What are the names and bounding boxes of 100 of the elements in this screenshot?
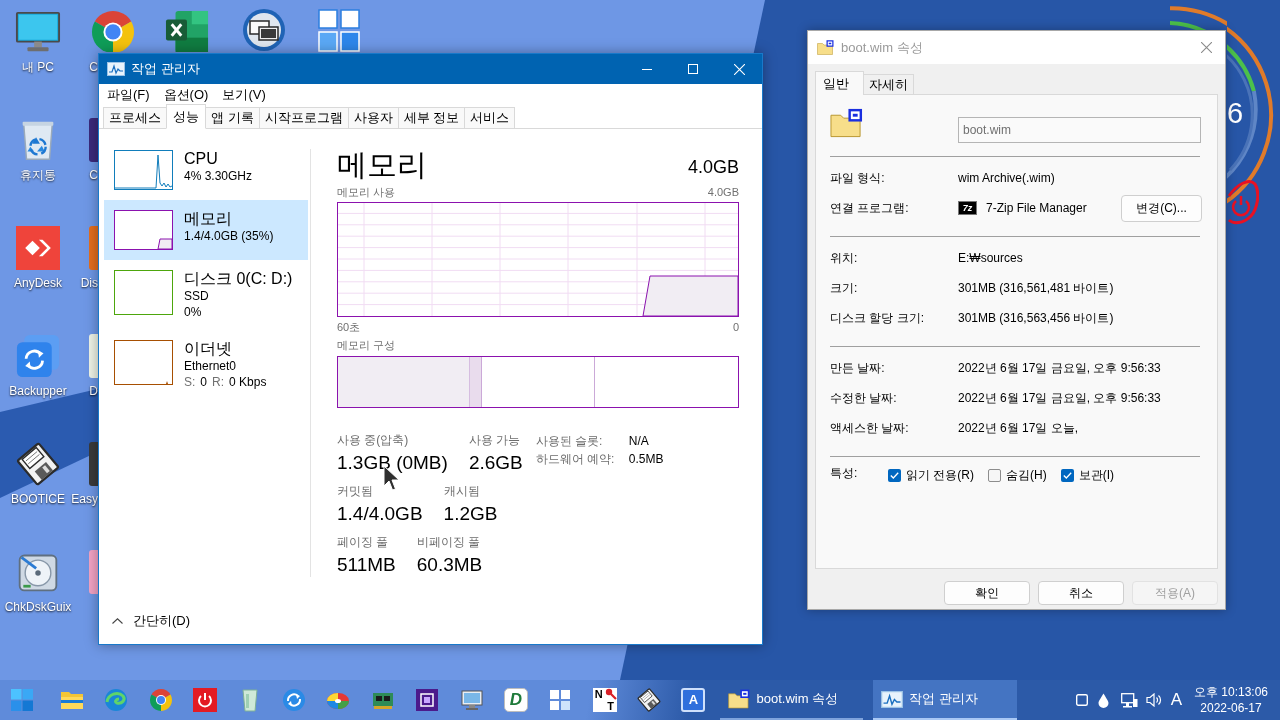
sync-icon[interactable] (281, 688, 306, 712)
square-tray-icon[interactable] (1075, 694, 1088, 706)
maximize-icon (688, 64, 698, 74)
network-icon[interactable] (1120, 692, 1138, 708)
chart-max-label: 4.0GB (707, 185, 739, 199)
folder-icon (817, 40, 834, 55)
checkbox-label[interactable]: 읽기 전용(R) (906, 467, 974, 483)
chart-label: 메모리 구성 (337, 338, 397, 352)
tab[interactable]: 시작프로그램 (258, 107, 349, 128)
property-value: E:₩sources (958, 250, 1023, 267)
app-tile[interactable]: A (681, 688, 706, 712)
stat-label: 사용 가능 (468, 432, 522, 448)
start-icon[interactable] (11, 689, 33, 711)
close-icon (1200, 42, 1212, 53)
gauge-reading: 6 (1227, 96, 1244, 130)
file-icon (830, 108, 863, 138)
chip-icon[interactable] (415, 688, 440, 712)
axis-label: 0 (732, 320, 739, 334)
menu-item[interactable]: 파일(F) (103, 85, 154, 104)
modified-segment (470, 357, 482, 407)
graph-window-icon (881, 690, 904, 708)
stat-value: 1.2GB (443, 503, 498, 525)
property-label: 파일 형식: (830, 170, 886, 187)
checkbox[interactable] (888, 468, 901, 482)
property-value: 2022년 6월 17일 금요일, 오후 9:56:33 (958, 360, 1161, 377)
menu-item[interactable]: 옵션(O) (159, 85, 213, 104)
tab[interactable]: 성능 (166, 104, 206, 129)
clock[interactable]: 오후 10:13:06 2022-06-17 (1190, 684, 1272, 716)
property-value: wim Archive(.wim) (958, 170, 1055, 187)
chevron-up-icon[interactable] (112, 617, 123, 624)
dialog-button[interactable]: 취소 (1038, 581, 1124, 605)
tab[interactable]: 프로세스 (103, 107, 167, 128)
axis-label: 60초 (337, 320, 361, 334)
rate-value: 0 (200, 375, 208, 390)
property-label: 크기: (830, 280, 859, 297)
stat-label: 캐시됨 (443, 483, 481, 499)
memory-capacity: 4.0GB (687, 156, 739, 178)
tab[interactable]: 일반 (815, 71, 864, 95)
property-label: 액세스한 날짜: (830, 420, 910, 437)
input-language-indicator[interactable]: A (1170, 690, 1182, 710)
remote-windows-icon[interactable] (241, 8, 287, 52)
sync-icon[interactable] (15, 334, 61, 378)
checkbox-label[interactable]: 숨김(H) (1006, 467, 1047, 483)
tiles-icon[interactable] (318, 9, 360, 52)
taskbar-window-button[interactable]: 작업 관리자 (873, 680, 1018, 720)
check-icon (1062, 471, 1072, 479)
stat-value: 1.4/4.0GB (337, 503, 423, 525)
spreadsheet-icon[interactable] (164, 9, 210, 52)
chart-label: 메모리 사용 (337, 185, 396, 199)
menu-item[interactable]: 보기(V) (218, 85, 270, 104)
app-tile[interactable]: D (503, 688, 528, 712)
checkbox-label[interactable]: 보관(I) (1078, 467, 1114, 483)
resource-item[interactable]: 메모리 1.4/4.0GB (35%) (104, 200, 308, 260)
key-icon (604, 688, 617, 700)
file-name-field[interactable]: boot.wim (958, 117, 1201, 143)
window-title: 작업 관리자 (131, 60, 200, 79)
tab[interactable]: 앱 기록 (205, 107, 260, 128)
stat-value: 511MB (337, 554, 396, 576)
property-label: 만든 날짜: (830, 360, 886, 377)
tricolor-circle-icon[interactable] (148, 688, 173, 712)
property-value: 301MB (316,563,456 바이트) (958, 310, 1114, 327)
close-icon (733, 63, 745, 75)
stat-value: 2.6GB (468, 452, 523, 474)
taskbar-window-button[interactable]: boot.wim 속성 (720, 680, 864, 720)
checkbox[interactable] (988, 468, 1001, 482)
resource-name: 이더넷 (184, 340, 233, 358)
checkbox[interactable] (1060, 468, 1074, 482)
stat-value: 1.3GB (0MB) (337, 452, 448, 474)
resource-detail: 1.4/4.0GB (35%) (184, 229, 274, 244)
tab[interactable]: 서비스 (464, 107, 516, 128)
fewer-details-button[interactable]: 간단히(D) (133, 610, 191, 631)
droplet-icon[interactable] (1097, 692, 1109, 708)
resource-detail: SSD (184, 289, 210, 304)
detail-label: 사용된 슬롯: (535, 433, 604, 450)
minimize-icon (642, 68, 652, 70)
detail-value: N/A (628, 433, 650, 450)
resource-name: CPU (184, 150, 219, 168)
graph-window-icon (107, 62, 125, 76)
tab[interactable]: 자세히 (863, 74, 914, 94)
folder-icon (728, 689, 751, 709)
app-tile[interactable]: N T (592, 688, 617, 712)
speaker-icon[interactable] (1145, 693, 1163, 707)
grid-squares-icon[interactable] (548, 688, 573, 712)
stat-label: 커밋됨 (337, 483, 374, 499)
tricolor-circle-icon[interactable] (90, 9, 136, 52)
power-icon[interactable] (193, 688, 218, 712)
tab[interactable]: 세부 정보 (397, 107, 466, 128)
property-label: 위치: (830, 250, 859, 267)
detail-value: 0.5MB (628, 451, 664, 468)
monitor-icon[interactable] (15, 10, 61, 54)
resource-name: 메모리 (184, 210, 233, 228)
monitor-icon[interactable] (459, 688, 484, 712)
check-icon (890, 471, 899, 479)
change-button[interactable]: 변경(C)... (1121, 194, 1202, 222)
program-logo: 7z (958, 201, 977, 215)
shortcut-label[interactable]: D (89, 384, 98, 398)
tab[interactable]: 사용자 (347, 107, 399, 128)
dialog-button[interactable]: 확인 (944, 581, 1030, 605)
property-label: 디스크 할당 크기: (830, 310, 925, 327)
rate-label: R: (212, 375, 225, 390)
